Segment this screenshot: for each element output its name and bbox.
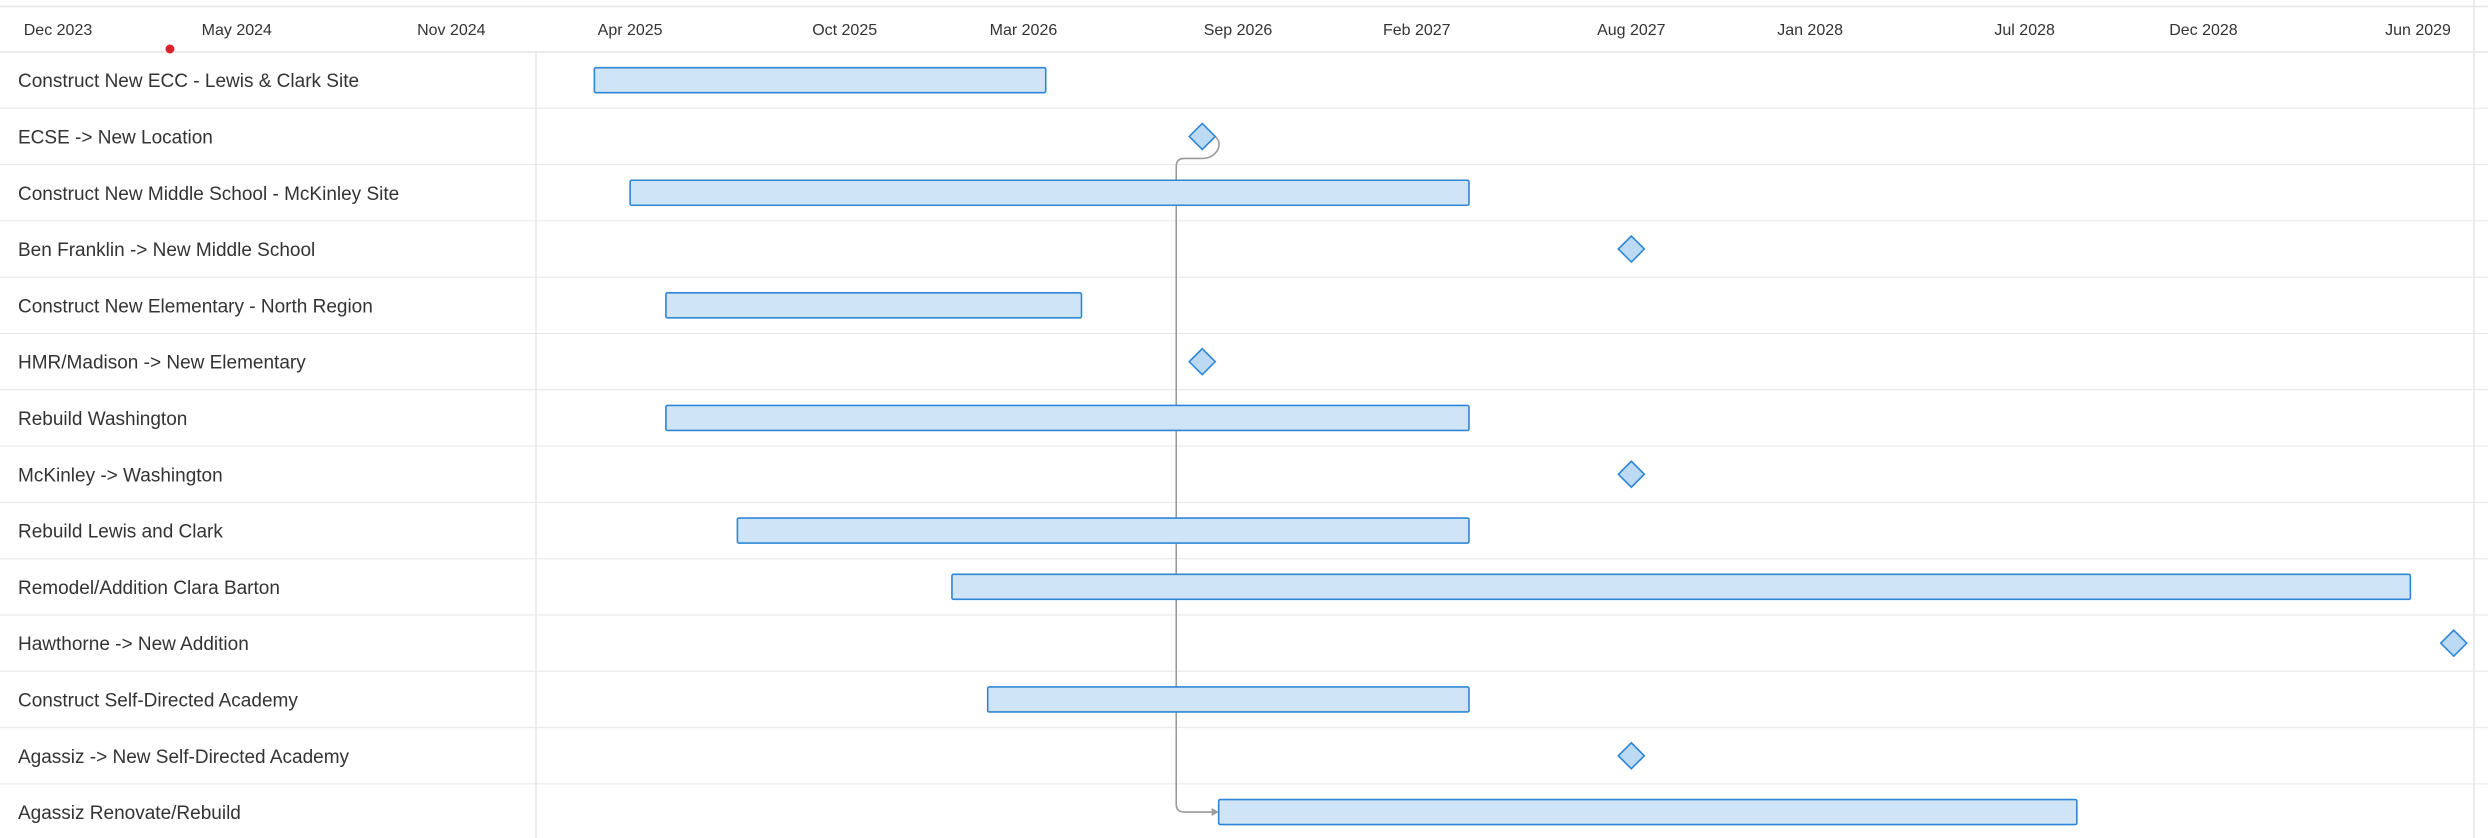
task-label: HMR/Madison -> New Elementary bbox=[18, 353, 306, 374]
task-label: Agassiz Renovate/Rebuild bbox=[18, 803, 241, 824]
task-bar[interactable] bbox=[665, 292, 1083, 319]
timeline-tick-label: May 2024 bbox=[202, 22, 272, 39]
timeline-tick-label: Oct 2025 bbox=[812, 22, 877, 39]
task-bar[interactable] bbox=[736, 517, 1470, 544]
task-label: Construct New Elementary - North Region bbox=[18, 296, 373, 317]
timeline-tick-label: Dec 2023 bbox=[24, 22, 93, 39]
task-bar[interactable] bbox=[951, 573, 2412, 601]
timeline-tick-label: Sep 2026 bbox=[1204, 22, 1273, 39]
timeline-tick-label: Jun 2029 bbox=[2385, 22, 2451, 39]
task-label: Hawthorne -> New Addition bbox=[18, 634, 249, 655]
task-label: Construct Self-Directed Academy bbox=[18, 690, 298, 711]
today-marker bbox=[165, 44, 175, 54]
task-label: Remodel/Addition Clara Barton bbox=[18, 578, 280, 599]
task-label: McKinley -> Washington bbox=[18, 465, 223, 486]
gantt-chart: Dec 2023 May 2024 Nov 2024 Apr 2025 Oct 2025… bbox=[0, 0, 2488, 838]
task-label: Rebuild Washington bbox=[18, 409, 187, 430]
timeline-tick-label: Jan 2028 bbox=[1777, 22, 1843, 39]
task-bar[interactable] bbox=[629, 179, 1470, 207]
timeline-tick-label: Apr 2025 bbox=[598, 22, 663, 39]
timeline-tick-label: Feb 2027 bbox=[1383, 22, 1451, 39]
task-label: Rebuild Lewis and Clark bbox=[18, 522, 223, 543]
timeline-tick-label: Nov 2024 bbox=[417, 22, 486, 39]
task-label: Construct New ECC - Lewis & Clark Site bbox=[18, 71, 359, 92]
timeline-tick-label: Mar 2026 bbox=[990, 22, 1058, 39]
timeline-tick-label: Jul 2028 bbox=[1994, 22, 2055, 39]
task-bar[interactable] bbox=[593, 66, 1047, 94]
task-label: ECSE -> New Location bbox=[18, 127, 213, 148]
timeline-tick-label: Dec 2028 bbox=[2169, 22, 2238, 39]
task-label: Agassiz -> New Self-Directed Academy bbox=[18, 747, 350, 768]
task-bar[interactable] bbox=[986, 686, 1470, 713]
timeline-tick-label: Aug 2027 bbox=[1597, 22, 1666, 39]
task-bar[interactable] bbox=[1217, 798, 2078, 826]
task-bar[interactable] bbox=[665, 404, 1470, 432]
task-label: Construct New Middle School - McKinley S… bbox=[18, 184, 399, 205]
task-label: Ben Franklin -> New Middle School bbox=[18, 240, 315, 261]
